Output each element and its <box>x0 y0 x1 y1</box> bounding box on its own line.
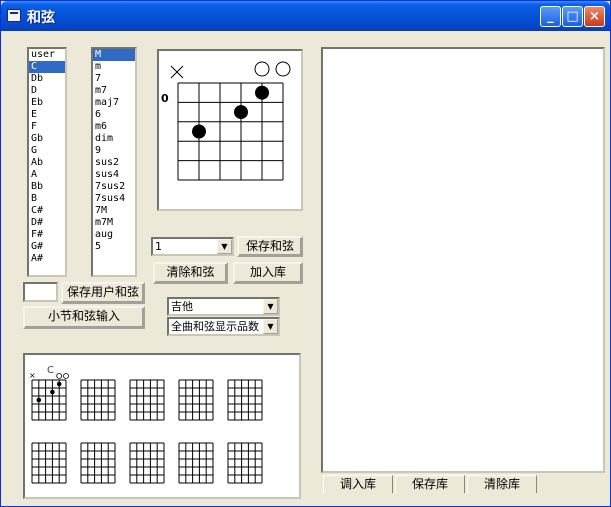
list-item[interactable]: B <box>29 193 65 205</box>
list-item[interactable]: A# <box>29 253 65 265</box>
root-note-list[interactable]: user C Db D Eb E F Gb G Ab A Bb B C# D# F# G# A# <box>27 47 67 277</box>
chord-diagram-panel: 0 <box>157 49 303 211</box>
finger-dot <box>36 397 42 403</box>
list-item[interactable]: 7M <box>93 205 135 217</box>
list-item[interactable]: D# <box>29 217 65 229</box>
chord-thumbnail[interactable] <box>80 442 116 484</box>
fret-number-label: 0 <box>161 92 169 105</box>
fret-select[interactable]: 1 ▼ <box>151 237 234 256</box>
instrument-select-value: 吉他 <box>171 300 193 313</box>
list-item[interactable]: D <box>29 85 65 97</box>
open-string-icon <box>275 61 291 77</box>
clear-chord-button[interactable]: 清除和弦 <box>153 262 228 284</box>
thumbnail-chord-label: C <box>47 365 54 376</box>
chord-thumbnail[interactable]: × C <box>29 365 69 421</box>
finger-dot <box>234 105 248 120</box>
list-item[interactable]: aug <box>93 229 135 241</box>
finger-dot <box>192 124 206 139</box>
chevron-down-icon[interactable]: ▼ <box>217 239 232 254</box>
list-item[interactable]: 5 <box>93 241 135 253</box>
chord-thumbnail[interactable] <box>80 379 116 421</box>
list-item[interactable]: F <box>29 121 65 133</box>
list-item[interactable]: Ab <box>29 157 65 169</box>
display-frets-select-value: 全曲和弦显示品数 <box>171 320 259 333</box>
list-item[interactable]: sus4 <box>93 169 135 181</box>
list-item[interactable]: C <box>29 61 65 73</box>
list-item[interactable]: 6 <box>93 109 135 121</box>
chord-thumbnail[interactable] <box>227 379 263 421</box>
mute-icon: × <box>29 371 36 380</box>
chord-type-list[interactable]: Mm 7 m7 maj7 6 m6 dim 9 sus2 sus4 7sus2 7sus4 7M m7M a… <box>91 47 137 277</box>
list-item[interactable]: dim <box>93 133 135 145</box>
finger-dot <box>56 381 62 387</box>
list-item[interactable]: m7M <box>93 217 135 229</box>
list-item[interactable]: Db <box>29 73 65 85</box>
list-item[interactable]: 7 <box>93 73 135 85</box>
chord-thumbnail-panel: × C <box>23 353 301 499</box>
chord-thumbnail[interactable] <box>31 442 67 484</box>
maximize-button[interactable]: □ <box>562 6 583 27</box>
measure-chord-input-button[interactable]: 小节和弦输入 <box>23 306 145 329</box>
user-chord-name-input[interactable] <box>23 282 58 302</box>
chevron-down-icon[interactable]: ▼ <box>263 319 278 334</box>
display-frets-select[interactable]: 全曲和弦显示品数 ▼ <box>167 317 280 336</box>
chord-window: 和弦 _ □ × user C Db D Eb E F Gb G Ab A Bb B C# D# F# G# A#… <box>0 0 611 507</box>
list-item[interactable]: user <box>29 49 65 61</box>
list-item[interactable]: maj7 <box>93 97 135 109</box>
open-string-icon <box>56 373 63 379</box>
add-to-library-button[interactable]: 加入库 <box>233 262 303 284</box>
list-item[interactable]: E <box>29 109 65 121</box>
chord-library-area[interactable] <box>321 47 605 473</box>
list-item[interactable]: Eb <box>29 97 65 109</box>
window-title: 和弦 <box>27 10 55 26</box>
chord-thumbnail[interactable] <box>178 379 214 421</box>
list-item[interactable]: Gb <box>29 133 65 145</box>
list-item[interactable]: G# <box>29 241 65 253</box>
chord-thumbnail[interactable] <box>178 442 214 484</box>
open-string-icon <box>254 61 270 77</box>
chord-thumbnails[interactable]: × C <box>25 355 299 497</box>
chord-thumbnail[interactable] <box>129 442 165 484</box>
list-item[interactable]: G <box>29 145 65 157</box>
title-bar: 和弦 _ □ × <box>1 1 610 31</box>
list-item[interactable]: 7sus4 <box>93 193 135 205</box>
chevron-down-icon[interactable]: ▼ <box>263 299 278 314</box>
list-item[interactable]: M <box>93 49 135 61</box>
fret-select-value: 1 <box>155 240 162 253</box>
tab-load-library[interactable]: 调入库 <box>323 475 393 493</box>
list-item[interactable]: A <box>29 169 65 181</box>
save-user-chord-button[interactable]: 保存用户和弦 <box>61 282 145 304</box>
open-string-icon <box>63 373 69 379</box>
tab-save-library[interactable]: 保存库 <box>395 475 465 493</box>
list-item[interactable]: F# <box>29 229 65 241</box>
chord-thumbnail[interactable] <box>129 379 165 421</box>
chord-diagram[interactable]: 0 <box>159 51 301 209</box>
list-item[interactable]: sus2 <box>93 157 135 169</box>
chord-thumbnail[interactable] <box>227 442 263 484</box>
app-icon <box>7 9 21 22</box>
list-item[interactable]: 7sus2 <box>93 181 135 193</box>
minimize-button[interactable]: _ <box>540 6 561 27</box>
close-button[interactable]: × <box>584 6 605 27</box>
list-item[interactable]: Bb <box>29 181 65 193</box>
list-item[interactable]: 9 <box>93 145 135 157</box>
tab-clear-library[interactable]: 清除库 <box>467 475 537 493</box>
list-item[interactable]: m6 <box>93 121 135 133</box>
instrument-select[interactable]: 吉他 ▼ <box>167 297 280 316</box>
list-item[interactable]: C# <box>29 205 65 217</box>
finger-dot <box>50 389 55 395</box>
finger-dot <box>255 85 269 100</box>
list-item[interactable]: m <box>93 61 135 73</box>
save-chord-button[interactable]: 保存和弦 <box>237 236 303 257</box>
list-item[interactable]: m7 <box>93 85 135 97</box>
